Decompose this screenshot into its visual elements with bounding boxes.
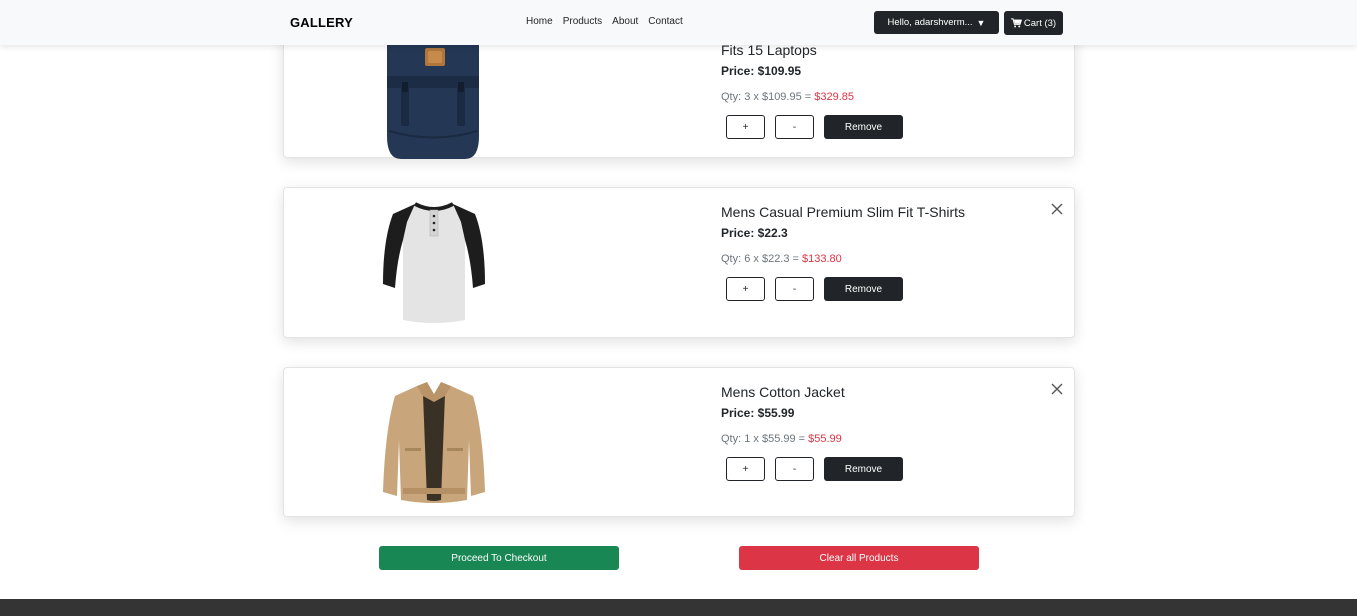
nav-link-products[interactable]: Products	[563, 16, 602, 27]
item-actions: + - Remove	[726, 277, 965, 301]
qty-text: Qty: 6 x $22.3 =	[721, 253, 803, 265]
qty-text: Qty: 1 x $55.99 =	[721, 433, 809, 445]
clear-all-products-button[interactable]: Clear all Products	[739, 546, 979, 570]
caret-down-icon: ▼	[976, 17, 986, 28]
product-price: Price: $55.99	[721, 406, 795, 420]
nav-link-about[interactable]: About	[612, 16, 638, 27]
product-image-jacket	[383, 382, 485, 503]
increase-qty-button[interactable]: +	[726, 457, 765, 481]
cart-button[interactable]: Cart (3)	[1004, 11, 1063, 35]
cart-item-info: Mens Casual Premium Slim Fit T-Shirts Pr…	[721, 204, 965, 301]
qty-summary: Qty: 6 x $22.3 = $133.80	[721, 253, 965, 265]
line-total: $133.80	[802, 253, 842, 265]
increase-qty-button[interactable]: +	[726, 277, 765, 301]
nav-links: Home Products About Contact	[526, 16, 683, 27]
cart-icon	[1010, 18, 1022, 28]
nav-link-home[interactable]: Home	[526, 16, 553, 27]
increase-qty-button[interactable]: +	[726, 115, 765, 139]
remove-button[interactable]: Remove	[824, 277, 903, 301]
product-price: Price: $109.95	[721, 64, 802, 78]
close-icon[interactable]	[1050, 382, 1064, 396]
cart-item-info: Mens Cotton Jacket Price: $55.99 Qty: 1 …	[721, 384, 903, 481]
qty-text: Qty: 3 x $109.95 =	[721, 91, 815, 103]
proceed-to-checkout-button[interactable]: Proceed To Checkout	[379, 546, 619, 570]
remove-button[interactable]: Remove	[824, 457, 903, 481]
cart-item-card: Mens Cotton Jacket Price: $55.99 Qty: 1 …	[283, 367, 1075, 517]
product-image-backpack	[387, 36, 479, 159]
decrease-qty-button[interactable]: -	[775, 457, 814, 481]
brand-logo[interactable]: GALLERY	[290, 15, 353, 30]
close-icon[interactable]	[1050, 202, 1064, 216]
item-actions: + - Remove	[726, 115, 903, 139]
cart-item-card: Mens Casual Premium Slim Fit T-Shirts Pr…	[283, 187, 1075, 338]
line-total: $329.85	[814, 91, 855, 103]
decrease-qty-button[interactable]: -	[775, 115, 814, 139]
footer	[0, 599, 1357, 616]
qty-summary: Qty: 1 x $55.99 = $55.99	[721, 433, 903, 445]
remove-button[interactable]: Remove	[824, 115, 903, 139]
product-price: Price: $22.3	[721, 226, 788, 240]
user-menu-label: Hello, adarshverm...	[887, 17, 973, 28]
qty-summary: Qty: 3 x $109.95 = $329.85	[721, 91, 903, 103]
item-actions: + - Remove	[726, 457, 903, 481]
product-image-tshirt	[383, 202, 485, 323]
decrease-qty-button[interactable]: -	[775, 277, 814, 301]
cart-item-info: Fits 15 Laptops Price: $109.95 Qty: 3 x …	[721, 42, 903, 139]
product-title: Mens Cotton Jacket	[721, 384, 845, 400]
line-total: $55.99	[808, 433, 842, 445]
user-menu-button[interactable]: Hello, adarshverm... ▼	[874, 11, 999, 34]
navbar: GALLERY Home Products About Contact Hell…	[0, 0, 1357, 45]
cart-label: Cart (3)	[1023, 17, 1057, 29]
nav-link-contact[interactable]: Contact	[648, 16, 682, 27]
product-title: Mens Casual Premium Slim Fit T-Shirts	[721, 204, 966, 220]
